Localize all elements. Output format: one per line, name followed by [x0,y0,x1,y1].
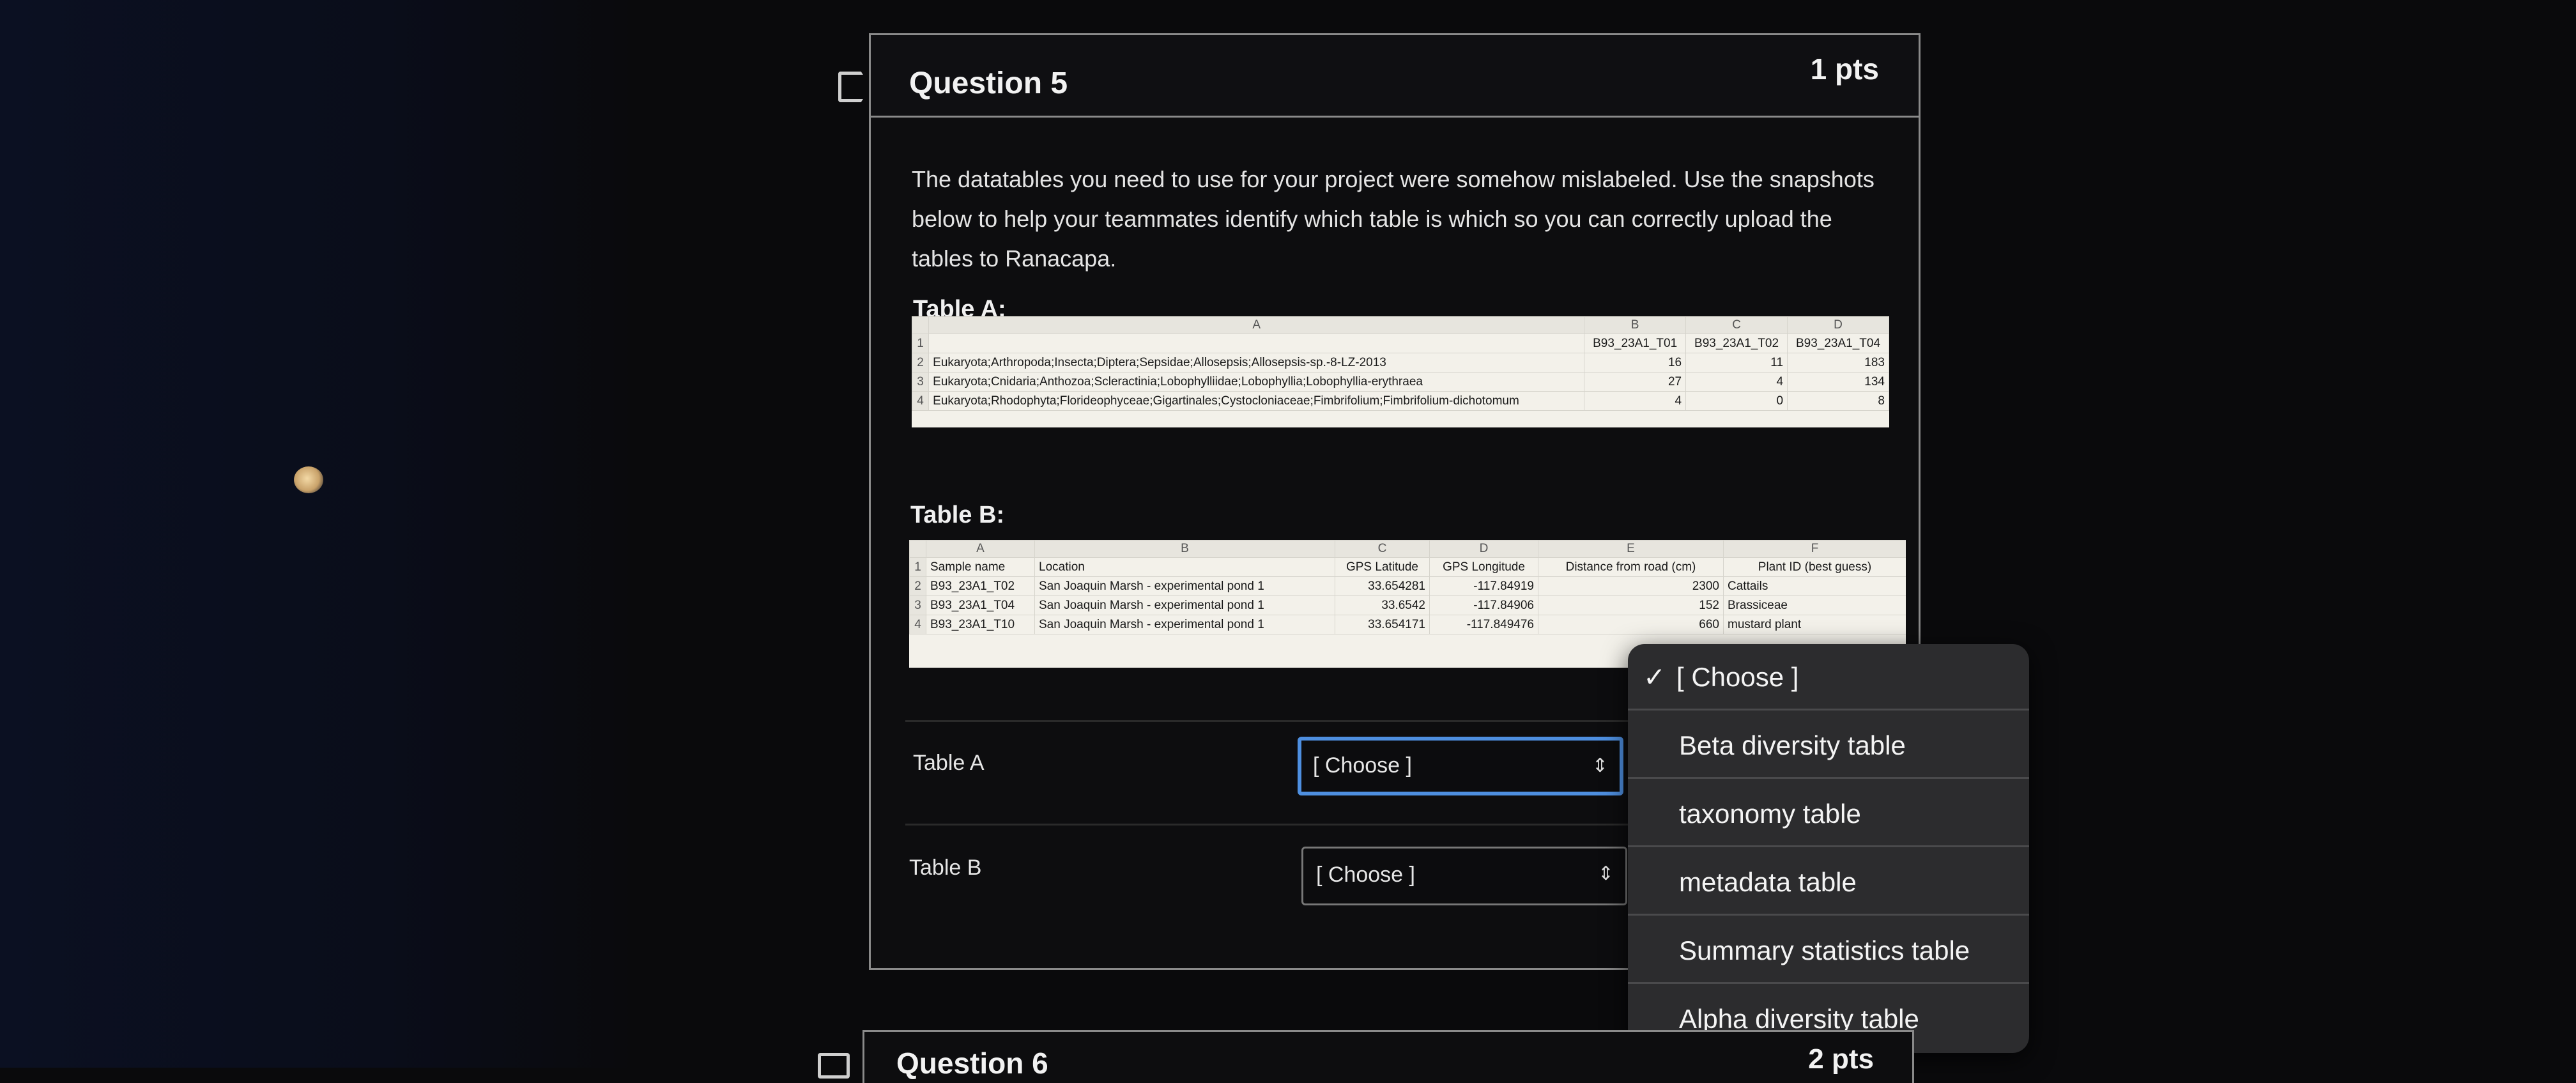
table-a-snapshot: A B C D 1 B93_23A1_T01 B93_23A1_T02 B93_… [912,316,1889,427]
table-row: 4 B93_23A1_T10 San Joaquin Marsh - exper… [909,615,1906,634]
table-b-select[interactable]: [ Choose ] ⇕ [1301,847,1627,905]
col-letter: E [1538,540,1724,558]
dropdown-option-metadata[interactable]: metadata table [1628,849,2029,916]
col-letter: A [926,540,1035,558]
table-row: 3 Eukaryota;Cnidaria;Anthozoa;Scleractin… [912,372,1889,392]
col-letter: C [1685,316,1788,334]
table-row: 2 Eukaryota;Arthropoda;Insecta;Diptera;S… [912,353,1889,373]
table-a-dropdown-menu[interactable]: ✓[ Choose ] Beta diversity table taxonom… [1628,644,2029,1053]
next-question-points: 2 pts [1808,1043,1874,1075]
table-row: 3 B93_23A1_T04 San Joaquin Marsh - exper… [909,595,1906,615]
table-row: 1 Sample name Location GPS Latitude GPS … [909,557,1906,577]
table-a-answer-label: Table A [913,751,985,775]
updown-arrows-icon: ⇕ [1597,863,1614,884]
bookmark-icon[interactable] [838,72,871,102]
col-letter: D [1429,540,1538,558]
table-b-column-letters: A B C D E F [909,540,1906,558]
question-prompt: The datatables you need to use for your … [912,166,1874,272]
dropdown-option-beta-diversity[interactable]: Beta diversity table [1628,712,2029,779]
dropdown-option-summary-statistics[interactable]: Summary statistics table [1628,918,2029,984]
table-b-label: Table B: [910,502,1005,528]
checkmark-icon: ✓ [1643,662,1666,692]
light-glare [294,466,323,493]
col-letter: D [1787,316,1889,334]
updown-arrows-icon: ⇕ [1591,755,1608,776]
dropdown-option-taxonomy[interactable]: taxonomy table [1628,781,2029,847]
next-question-card: Question 6 2 pts [862,1030,1914,1083]
col-letter: A [928,316,1585,334]
col-letter: F [1723,540,1906,558]
question-header: Question 5 1 pts [871,35,1919,118]
table-a-select[interactable]: [ Choose ] ⇕ [1298,737,1623,795]
table-row: 2 B93_23A1_T02 San Joaquin Marsh - exper… [909,576,1906,596]
question-points: 1 pts [1810,52,1879,86]
background-left [0,0,639,1068]
table-a-select-value: [ Choose ] [1313,753,1412,778]
col-letter: B [1584,316,1687,334]
bookmark-icon[interactable] [818,1053,850,1079]
table-row: 1 B93_23A1_T01 B93_23A1_T02 B93_23A1_T04 [912,334,1889,353]
dropdown-option-choose[interactable]: ✓[ Choose ] [1628,644,2029,710]
table-b-select-value: [ Choose ] [1316,863,1415,887]
next-question-title: Question 6 [896,1047,1048,1080]
question-title: Question 5 [909,66,1068,100]
table-b-answer-label: Table B [909,856,982,880]
table-a-column-letters: A B C D [912,316,1889,334]
col-letter: C [1335,540,1430,558]
table-row: 4 Eukaryota;Rhodophyta;Florideophyceae;G… [912,391,1889,411]
col-letter: B [1034,540,1335,558]
